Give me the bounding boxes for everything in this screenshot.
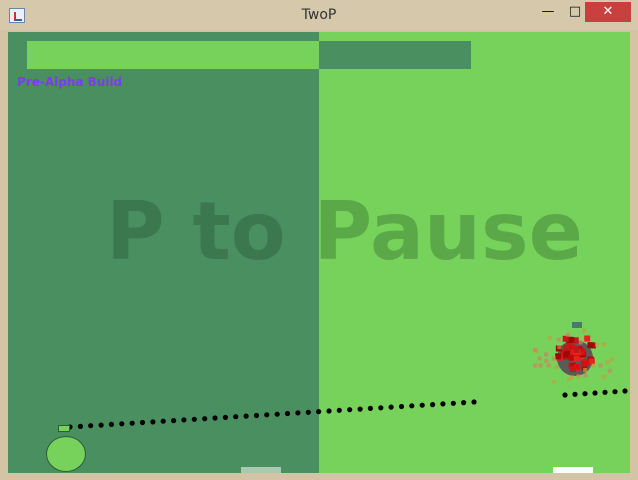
trajectory-dot bbox=[253, 412, 260, 419]
trajectory-dot bbox=[582, 391, 588, 397]
explosion-particle bbox=[587, 342, 594, 349]
trajectory-dot bbox=[264, 412, 270, 418]
trajectory-dot bbox=[336, 407, 342, 413]
explosion-debris bbox=[598, 363, 603, 368]
trajectory-dot bbox=[284, 410, 291, 417]
trajectory-dot bbox=[316, 409, 322, 415]
trajectory-dot bbox=[295, 410, 301, 416]
explosion-particle bbox=[574, 363, 581, 370]
explosion-particle bbox=[573, 355, 580, 362]
left-trajectory bbox=[67, 399, 477, 430]
trajectory-dot bbox=[222, 414, 228, 420]
explosion-particle bbox=[555, 353, 562, 360]
explosion-debris bbox=[544, 358, 549, 363]
explosion-debris bbox=[582, 328, 587, 333]
trajectory-dot bbox=[212, 415, 218, 421]
explosion-particle bbox=[584, 335, 591, 342]
explosion-debris bbox=[537, 356, 542, 361]
trajectory-dot bbox=[562, 392, 568, 398]
explosion-debris bbox=[569, 375, 574, 380]
trajectory-dot bbox=[430, 402, 436, 408]
player-ball bbox=[46, 436, 86, 472]
explosion-debris bbox=[551, 380, 556, 385]
trajectory-dot bbox=[347, 407, 353, 413]
explosion-debris bbox=[602, 342, 606, 347]
explosion-debris bbox=[551, 356, 556, 361]
explosion-debris bbox=[595, 342, 599, 347]
explosion-debris bbox=[576, 374, 581, 379]
explosion-particle bbox=[573, 346, 580, 353]
trajectory-dot bbox=[409, 403, 415, 409]
trajectory-dot bbox=[326, 408, 332, 414]
title-bar[interactable]: TwoP — □ ✕ bbox=[0, 0, 638, 30]
enemy-cap bbox=[572, 322, 582, 328]
app-window: TwoP — □ ✕ Pre-Alpha Build P to Pause bbox=[0, 0, 638, 480]
explosion-debris bbox=[583, 368, 588, 372]
trajectory-dot bbox=[139, 419, 146, 426]
trajectory-dot bbox=[461, 400, 467, 406]
explosion-debris bbox=[605, 360, 610, 365]
trajectory-dot bbox=[274, 411, 280, 417]
trajectory-dot bbox=[150, 419, 156, 425]
trajectory-dot bbox=[181, 417, 187, 423]
trajectory-dot bbox=[592, 390, 598, 396]
explosion-debris bbox=[532, 347, 537, 352]
trajectory-dot bbox=[160, 418, 166, 424]
trajectory-dot bbox=[367, 405, 373, 411]
trajectory-dot bbox=[98, 422, 104, 428]
trajectory-dot bbox=[572, 391, 578, 397]
explosion-particle bbox=[563, 351, 570, 358]
trajectory-dot bbox=[622, 388, 628, 394]
trajectory-dot bbox=[378, 405, 384, 411]
trajectory-dot bbox=[357, 406, 363, 412]
game-canvas[interactable]: Pre-Alpha Build P to Pause bbox=[8, 32, 630, 473]
explosion-debris bbox=[546, 363, 551, 368]
explosion-debris bbox=[554, 364, 559, 369]
explosion-debris bbox=[591, 363, 596, 368]
explosion-debris bbox=[544, 352, 549, 357]
trajectory-dot bbox=[129, 420, 135, 426]
explosion-particle bbox=[564, 344, 570, 351]
right-landing-pad bbox=[553, 467, 593, 473]
explosion-debris bbox=[547, 335, 552, 340]
minimize-button[interactable]: — bbox=[538, 2, 558, 22]
trajectory-dot bbox=[419, 402, 425, 408]
trajectory-dot bbox=[450, 400, 456, 406]
trajectory-dot bbox=[388, 404, 394, 410]
trajectory-dot bbox=[108, 421, 114, 427]
explosion-debris bbox=[583, 373, 588, 378]
explosion-debris bbox=[538, 363, 543, 368]
trajectory-dot bbox=[88, 423, 94, 429]
trajectory-dot bbox=[119, 421, 125, 427]
trajectory-layer bbox=[67, 388, 628, 430]
explosion-particles bbox=[532, 328, 614, 385]
trajectory-dot bbox=[471, 399, 477, 405]
exploding-enemy-sprite bbox=[532, 322, 614, 385]
close-button[interactable]: ✕ bbox=[585, 2, 631, 22]
explosion-debris bbox=[607, 368, 612, 373]
trajectory-dot bbox=[202, 416, 208, 422]
explosion-debris bbox=[556, 337, 561, 342]
explosion-debris bbox=[578, 340, 583, 345]
trajectory-dot bbox=[440, 401, 446, 407]
explosion-debris bbox=[609, 357, 614, 362]
explosion-debris bbox=[566, 332, 570, 337]
explosion-debris bbox=[601, 375, 606, 380]
left-landing-pad bbox=[241, 467, 281, 473]
trajectory-dot bbox=[233, 414, 239, 420]
explosion-particle bbox=[568, 336, 575, 343]
trajectory-dot bbox=[398, 403, 405, 410]
trajectory-dot bbox=[305, 409, 311, 415]
explosion-debris bbox=[533, 363, 538, 368]
trajectory-dot bbox=[171, 418, 177, 424]
trajectory-dot bbox=[77, 423, 83, 429]
trajectory-dot bbox=[243, 413, 249, 419]
trajectory-dot bbox=[602, 389, 608, 395]
trajectory-dot bbox=[191, 416, 197, 422]
explosion-debris bbox=[557, 345, 562, 350]
explosion-particle bbox=[583, 359, 590, 366]
cannon-barrel bbox=[58, 425, 70, 432]
maximize-button[interactable]: □ bbox=[565, 2, 585, 22]
